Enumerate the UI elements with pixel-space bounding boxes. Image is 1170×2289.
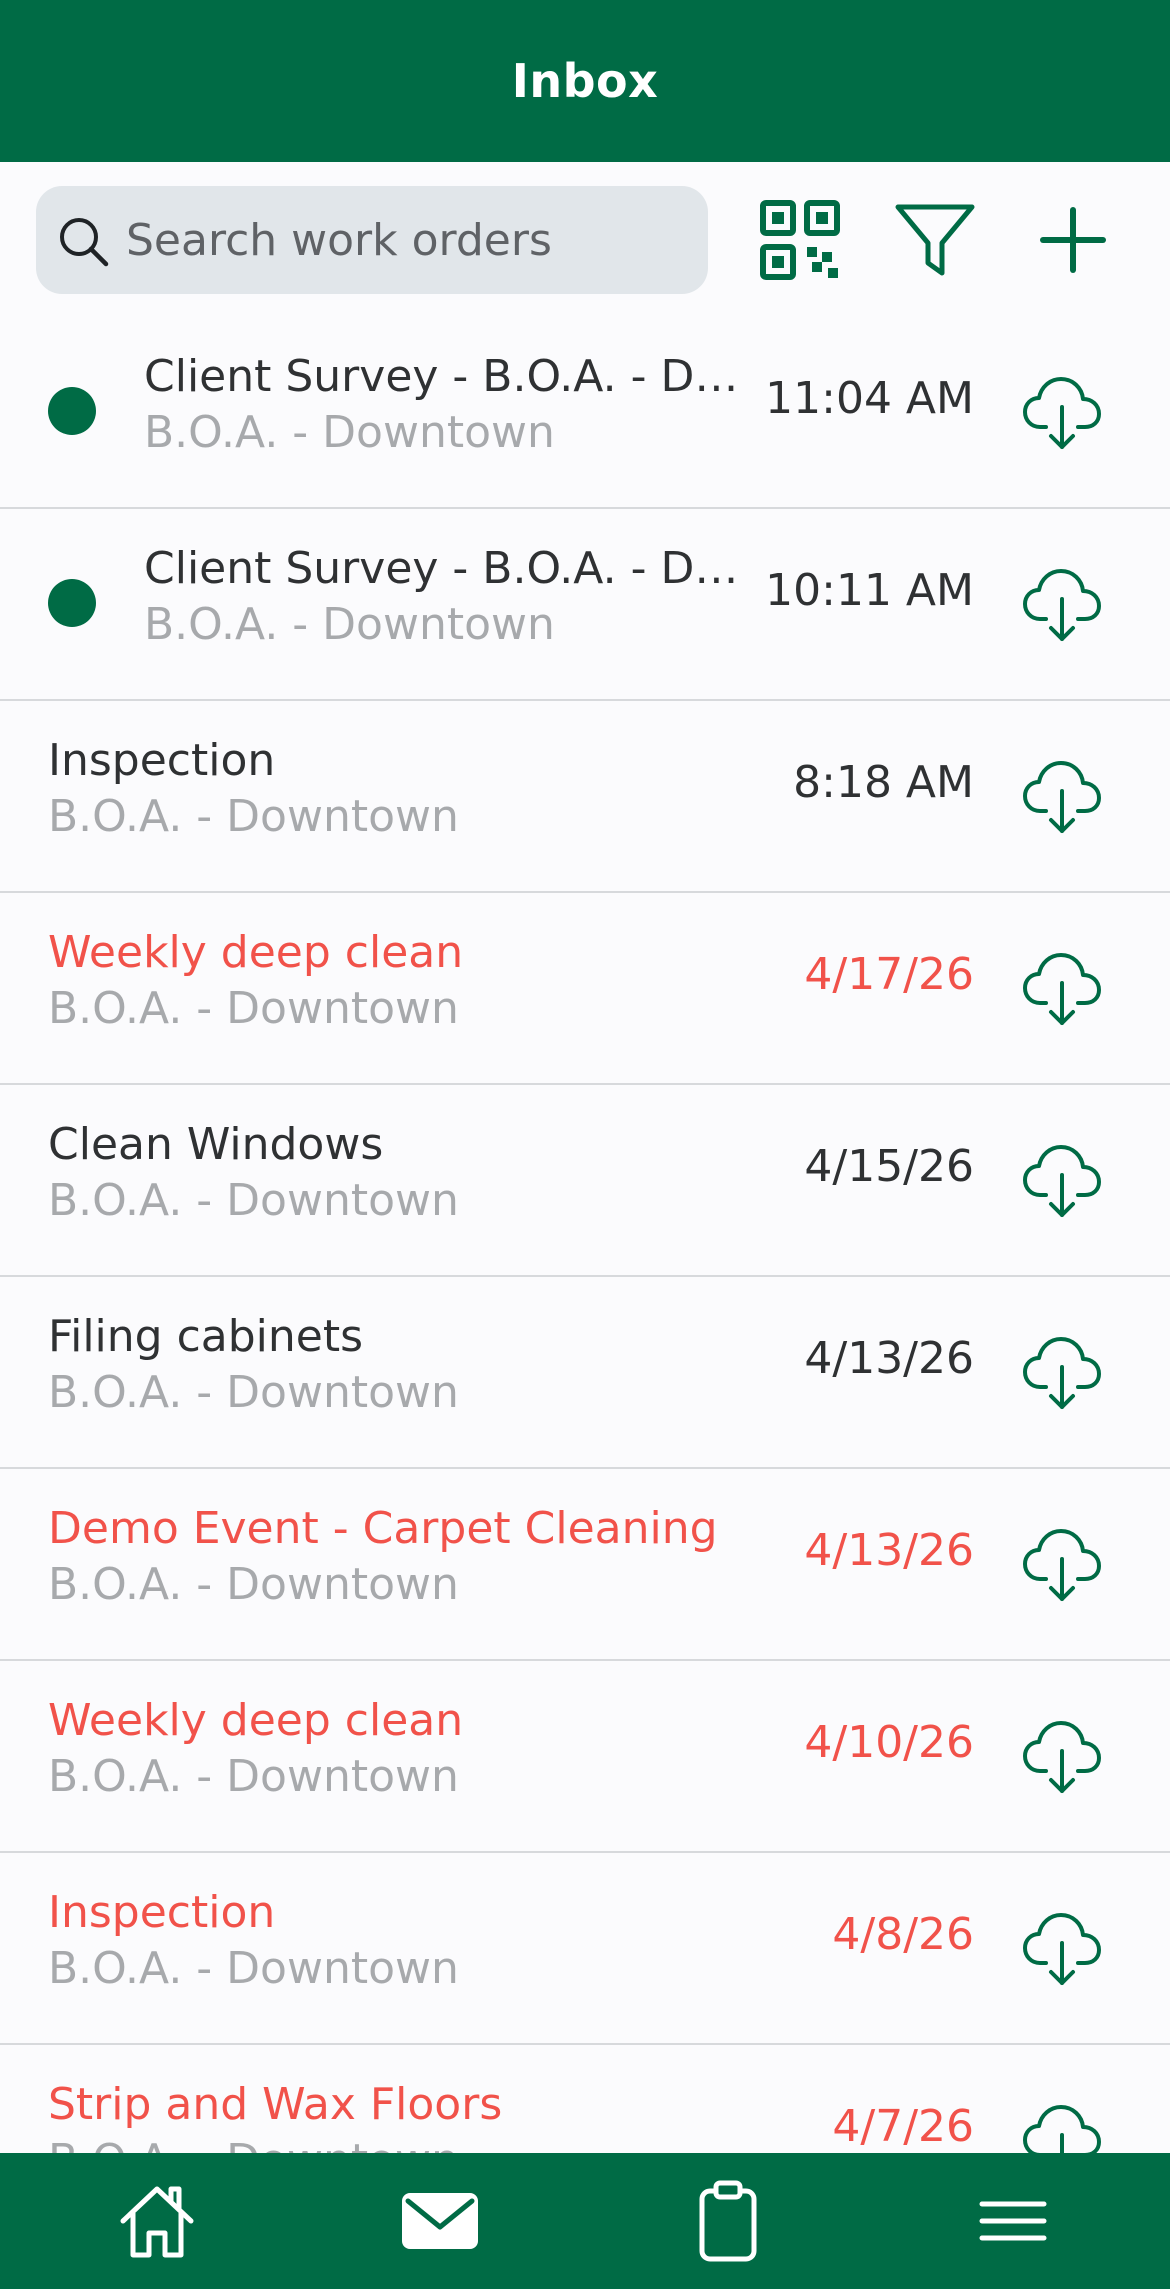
work-order-list: Client Survey - B.O.A. - Do… B.O.A. - Dow… — [0, 317, 1170, 2153]
unread-indicator — [48, 387, 96, 435]
toolbar — [0, 162, 1170, 317]
work-order-date: 4/13/26 — [804, 1333, 974, 1384]
work-order-title: Strip and Wax Floors — [48, 2079, 503, 2130]
work-order-location: B.O.A. - Downtown — [48, 1559, 459, 1610]
cloud-download-icon[interactable] — [1020, 1905, 1104, 1989]
menu-icon — [979, 2201, 1047, 2241]
work-order-date: 10:11 AM — [765, 565, 974, 616]
nav-home-button[interactable] — [102, 2173, 212, 2269]
nav-inbox-button[interactable] — [385, 2173, 495, 2269]
cloud-download-icon[interactable] — [1020, 753, 1104, 837]
work-order-date: 4/8/26 — [832, 1909, 974, 1960]
work-order-row[interactable]: Client Survey - B.O.A. - Do… B.O.A. - Dow… — [0, 317, 1170, 509]
search-input[interactable] — [126, 186, 686, 294]
work-order-location: B.O.A. - Downtown — [144, 599, 555, 650]
work-order-row[interactable]: Inspection B.O.A. - Downtown 4/8/26 — [0, 1853, 1170, 2045]
plus-icon — [1040, 207, 1106, 273]
work-order-row[interactable]: Demo Event - Carpet Cleaning B.O.A. - Dow… — [0, 1469, 1170, 1661]
cloud-download-icon[interactable] — [1020, 1329, 1104, 1413]
work-order-date: 8:18 AM — [793, 757, 974, 808]
unread-indicator — [48, 579, 96, 627]
work-order-date: 4/13/26 — [804, 1525, 974, 1576]
work-order-location: B.O.A. - Downtown — [48, 2135, 459, 2153]
work-order-date: 4/7/26 — [832, 2101, 974, 2152]
cloud-download-icon[interactable] — [1020, 1137, 1104, 1221]
cloud-download-icon[interactable] — [1020, 945, 1104, 1029]
mail-icon — [402, 2193, 478, 2249]
home-icon — [120, 2186, 194, 2258]
work-order-title: Inspection — [48, 735, 276, 786]
work-order-title: Client Survey - B.O.A. - Do… — [144, 543, 756, 594]
work-order-title: Client Survey - B.O.A. - Do… — [144, 351, 756, 402]
work-order-row[interactable]: Weekly deep clean B.O.A. - Downtown 4/17/2… — [0, 893, 1170, 1085]
work-order-date: 4/15/26 — [804, 1141, 974, 1192]
nav-work-orders-button[interactable] — [673, 2173, 783, 2269]
work-order-row[interactable]: Weekly deep clean B.O.A. - Downtown 4/10/2… — [0, 1661, 1170, 1853]
work-order-date: 4/17/26 — [804, 949, 974, 1000]
cloud-download-icon[interactable] — [1020, 1521, 1104, 1605]
cloud-download-icon[interactable] — [1020, 2097, 1104, 2153]
work-order-location: B.O.A. - Downtown — [48, 1943, 459, 1994]
work-order-location: B.O.A. - Downtown — [144, 407, 555, 458]
work-order-date: 4/10/26 — [804, 1717, 974, 1768]
header-bar: Inbox — [0, 0, 1170, 162]
work-order-title: Weekly deep clean — [48, 1695, 464, 1746]
work-order-date: 11:04 AM — [765, 373, 974, 424]
clipboard-icon — [699, 2180, 757, 2262]
cloud-download-icon[interactable] — [1020, 1713, 1104, 1797]
work-order-row[interactable]: Inspection B.O.A. - Downtown 8:18 AM — [0, 701, 1170, 893]
work-order-location: B.O.A. - Downtown — [48, 1751, 459, 1802]
cloud-download-icon[interactable] — [1020, 561, 1104, 645]
qr-code-button[interactable] — [752, 192, 848, 288]
work-order-title: Clean Windows — [48, 1119, 384, 1170]
search-icon — [60, 218, 109, 267]
filter-icon — [895, 204, 975, 276]
work-order-row[interactable]: Filing cabinets B.O.A. - Downtown 4/13/26 — [0, 1277, 1170, 1469]
qr-code-icon — [760, 200, 840, 280]
cloud-download-icon[interactable] — [1020, 369, 1104, 453]
page-title: Inbox — [511, 54, 659, 108]
add-work-order-button[interactable] — [1025, 192, 1121, 288]
bottom-nav — [0, 2153, 1170, 2289]
nav-menu-button[interactable] — [958, 2173, 1068, 2269]
work-order-row[interactable]: Strip and Wax Floors B.O.A. - Downtown 4/7… — [0, 2045, 1170, 2153]
work-order-title: Weekly deep clean — [48, 927, 464, 978]
work-order-title: Demo Event - Carpet Cleaning — [48, 1503, 718, 1554]
work-order-location: B.O.A. - Downtown — [48, 791, 459, 842]
work-order-location: B.O.A. - Downtown — [48, 1367, 459, 1418]
work-order-location: B.O.A. - Downtown — [48, 1175, 459, 1226]
work-order-location: B.O.A. - Downtown — [48, 983, 459, 1034]
filter-button[interactable] — [887, 192, 983, 288]
work-order-row[interactable]: Client Survey - B.O.A. - Do… B.O.A. - Dow… — [0, 509, 1170, 701]
search-box[interactable] — [36, 186, 708, 294]
work-order-row[interactable]: Clean Windows B.O.A. - Downtown 4/15/26 — [0, 1085, 1170, 1277]
work-order-title: Inspection — [48, 1887, 276, 1938]
work-order-title: Filing cabinets — [48, 1311, 364, 1362]
app-root: Inbox Search work orders Client Survey -… — [0, 0, 1170, 2289]
